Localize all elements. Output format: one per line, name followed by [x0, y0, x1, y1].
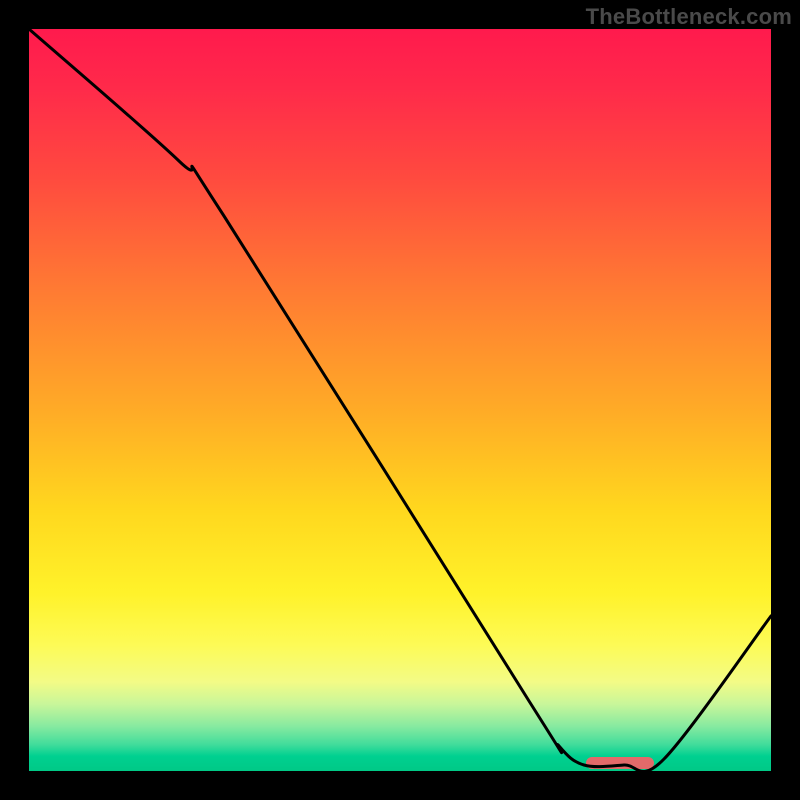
- plot-area: [29, 29, 771, 771]
- bottleneck-curve: [29, 29, 771, 771]
- chart-stage: TheBottleneck.com: [0, 0, 800, 800]
- watermark-text: TheBottleneck.com: [586, 4, 792, 30]
- curve-path: [29, 29, 771, 772]
